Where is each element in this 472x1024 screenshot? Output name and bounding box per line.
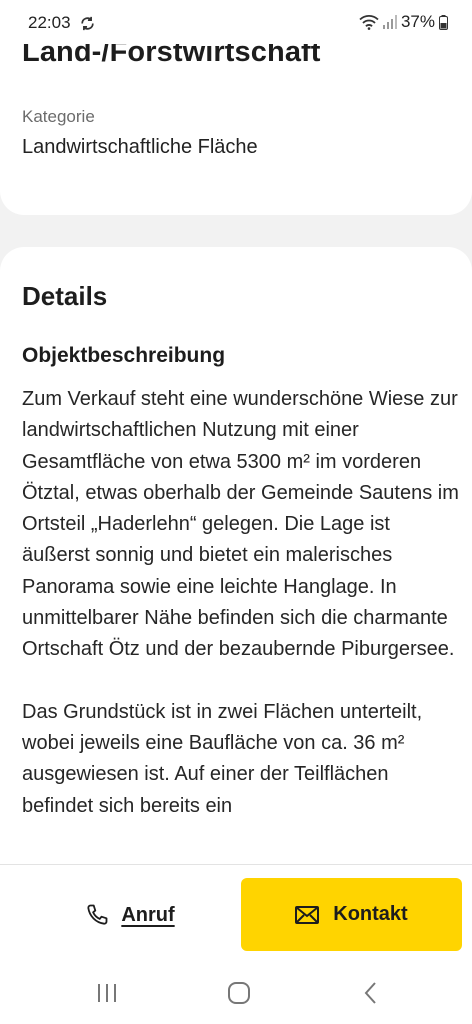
description-paragraph: Zum Verkauf steht eine wunderschöne Wies…: [22, 388, 459, 661]
system-navigation-bar: [0, 964, 472, 1024]
category-value: Landwirtschaftliche Fläche: [22, 136, 258, 158]
home-icon[interactable]: [227, 981, 251, 1005]
details-card: Details Objektbeschreibung Zum Verkauf s…: [0, 247, 472, 887]
phone-icon: [87, 904, 108, 925]
battery-icon: [439, 14, 448, 30]
details-heading: Details: [22, 281, 108, 311]
object-description: Zum Verkauf steht eine wunderschöne Wies…: [22, 384, 462, 822]
description-paragraph: Das Grundstück ist in zwei Flächen unter…: [22, 700, 423, 817]
status-time: 22:03: [28, 13, 71, 32]
wifi-icon: [359, 15, 379, 30]
sync-icon: [81, 16, 94, 31]
action-bar: Anruf Kontakt: [0, 864, 472, 965]
call-button[interactable]: Anruf: [55, 883, 205, 947]
contact-button-label: Kontakt: [333, 903, 408, 925]
back-icon[interactable]: [363, 981, 379, 1005]
status-bar: 22:03 37%: [0, 0, 472, 44]
battery-percent: 37%: [400, 12, 435, 31]
mail-icon: [295, 905, 320, 924]
status-indicators: 37%: [359, 12, 448, 32]
category-label: Kategorie: [22, 107, 95, 126]
object-description-heading: Objektbeschreibung: [22, 344, 226, 367]
call-button-label: Anruf: [121, 903, 175, 926]
signal-icon: [382, 15, 397, 29]
recent-apps-icon[interactable]: [96, 982, 118, 1004]
contact-button[interactable]: Kontakt: [241, 878, 462, 951]
